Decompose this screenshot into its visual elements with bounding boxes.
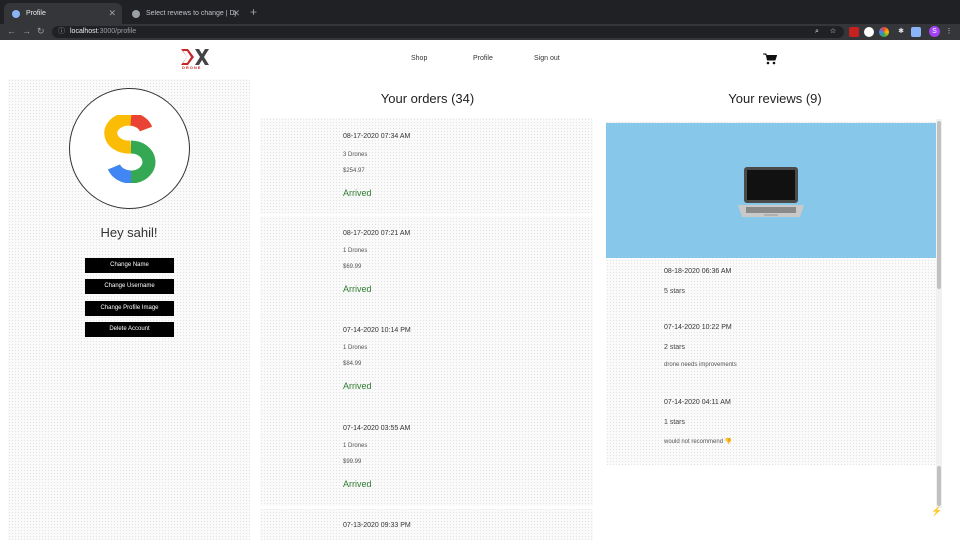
review-comment: drone needs improvements bbox=[664, 362, 737, 368]
nav-shop[interactable]: Shop bbox=[411, 55, 427, 62]
globe-icon bbox=[12, 9, 20, 18]
zoom-icon[interactable]: ⌕ bbox=[812, 27, 822, 37]
back-icon[interactable]: ← bbox=[7, 26, 16, 36]
order-price: $69.99 bbox=[343, 264, 362, 270]
menu-icon[interactable]: ⋮ bbox=[944, 27, 954, 37]
order-card[interactable]: 08-17-2020 07:21 AM 1 Drones $69.99 Arri… bbox=[260, 216, 593, 311]
page-scrollbar-thumb[interactable] bbox=[937, 466, 941, 506]
delete-account-button[interactable]: Delete Account bbox=[85, 322, 174, 337]
cart-icon[interactable] bbox=[763, 52, 778, 65]
reload-icon[interactable]: ↻ bbox=[37, 26, 45, 37]
star-icon[interactable]: ☆ bbox=[828, 27, 838, 37]
order-date: 07-14-2020 10:14 PM bbox=[343, 327, 411, 334]
order-card[interactable]: 07-14-2020 03:55 AM 1 Drones $99.99 Arri… bbox=[260, 410, 593, 505]
puzzle-icon[interactable]: ✱ bbox=[896, 27, 906, 37]
nav-sign-out[interactable]: Sign out bbox=[534, 55, 560, 62]
greeting-text: Hey sahil! bbox=[100, 225, 158, 240]
lightning-icon[interactable]: ⚡ bbox=[930, 504, 944, 518]
order-card[interactable]: 08-17-2020 07:34 AM 3 Drones $254.97 Arr… bbox=[260, 118, 593, 213]
tab-title: Select reviews to change | Dj… bbox=[146, 10, 236, 17]
order-status: Arrived bbox=[343, 284, 372, 294]
order-quantity: 1 Drones bbox=[343, 248, 368, 254]
close-icon[interactable]: ✕ bbox=[108, 8, 116, 19]
review-date: 08-18-2020 06:36 AM bbox=[664, 268, 732, 275]
nav-profile[interactable]: Profile bbox=[473, 55, 493, 62]
orders-list[interactable]: 08-17-2020 07:34 AM 3 Drones $254.97 Arr… bbox=[260, 118, 593, 540]
color-picker-icon[interactable] bbox=[879, 27, 889, 37]
order-price: $84.99 bbox=[343, 361, 362, 367]
globe-icon bbox=[132, 9, 140, 18]
order-date: 07-13-2020 09:33 PM bbox=[343, 522, 411, 529]
close-icon[interactable]: ✕ bbox=[232, 8, 240, 19]
review-comment: would not recommend 👎 bbox=[664, 439, 733, 445]
order-price: $99.99 bbox=[343, 459, 362, 465]
tab-title: Profile bbox=[26, 10, 46, 17]
address-bar[interactable]: ⓘ localhost:3000/profile bbox=[52, 26, 844, 38]
order-date: 08-17-2020 07:21 AM bbox=[343, 230, 411, 237]
reviews-title: Your reviews (9) bbox=[728, 91, 822, 106]
order-quantity: 3 Drones bbox=[343, 152, 368, 158]
url-path: :3000/profile bbox=[97, 28, 137, 35]
review-stars: 5 stars bbox=[664, 288, 686, 295]
order-price: $254.97 bbox=[343, 168, 365, 174]
tab-select-reviews[interactable]: Select reviews to change | Dj… ✕ bbox=[124, 3, 246, 24]
orders-title: Your orders (34) bbox=[380, 91, 475, 106]
extension-icon[interactable] bbox=[911, 27, 921, 37]
extension-icon[interactable] bbox=[849, 27, 859, 37]
google-s-logo bbox=[104, 115, 156, 183]
order-card[interactable]: 07-14-2020 10:14 PM 1 Drones $84.99 Arri… bbox=[260, 313, 593, 408]
profile-avatar[interactable]: S bbox=[929, 26, 940, 37]
profile-image bbox=[69, 88, 190, 209]
order-date: 07-14-2020 03:55 AM bbox=[343, 425, 411, 432]
reviews-scrollbar-thumb[interactable] bbox=[937, 121, 941, 289]
order-status: Arrived bbox=[343, 188, 372, 198]
order-status: Arrived bbox=[343, 381, 372, 391]
change-name-button[interactable]: Change Name bbox=[85, 258, 174, 273]
order-quantity: 1 Drones bbox=[343, 443, 368, 449]
logo-subtitle: DRONE bbox=[182, 65, 202, 70]
laptop-icon bbox=[738, 167, 804, 217]
review-product-image bbox=[606, 123, 936, 258]
order-status: Arrived bbox=[343, 479, 372, 489]
order-card[interactable]: 07-13-2020 09:33 PM bbox=[260, 509, 593, 540]
review-date: 07-14-2020 10:22 PM bbox=[664, 324, 732, 331]
info-icon: ⓘ bbox=[58, 28, 65, 35]
review-stars: 1 stars bbox=[664, 419, 686, 426]
forward-icon[interactable]: → bbox=[22, 26, 31, 36]
review-card[interactable]: 08-18-2020 06:36 AM 5 stars bbox=[606, 259, 936, 309]
site-header: DRONE Shop Profile Sign out bbox=[0, 40, 960, 76]
browser-toolbar: ← → ↻ ⓘ localhost:3000/profile ⌕ ☆ ✱ S ⋮ bbox=[0, 24, 960, 40]
change-username-button[interactable]: Change Username bbox=[85, 279, 174, 294]
browser-tab-bar: Profile ✕ Select reviews to change | Dj…… bbox=[0, 0, 960, 24]
new-tab-button[interactable]: + bbox=[250, 5, 257, 19]
review-card[interactable]: 07-14-2020 04:11 AM 1 stars would not re… bbox=[606, 391, 936, 463]
order-quantity: 1 Drones bbox=[343, 345, 368, 351]
order-date: 08-17-2020 07:34 AM bbox=[343, 133, 411, 140]
review-date: 07-14-2020 04:11 AM bbox=[664, 399, 731, 406]
change-profile-image-button[interactable]: Change Profile Image bbox=[85, 301, 174, 316]
reviews-list[interactable]: 08-18-2020 06:36 AM 5 stars 07-14-2020 1… bbox=[606, 121, 936, 465]
review-stars: 2 stars bbox=[664, 344, 686, 351]
tab-profile[interactable]: Profile ✕ bbox=[4, 3, 122, 24]
url-host: localhost bbox=[70, 28, 98, 35]
review-card[interactable]: 07-14-2020 10:22 PM 2 stars drone needs … bbox=[606, 313, 936, 389]
extension-icon[interactable] bbox=[864, 27, 874, 37]
